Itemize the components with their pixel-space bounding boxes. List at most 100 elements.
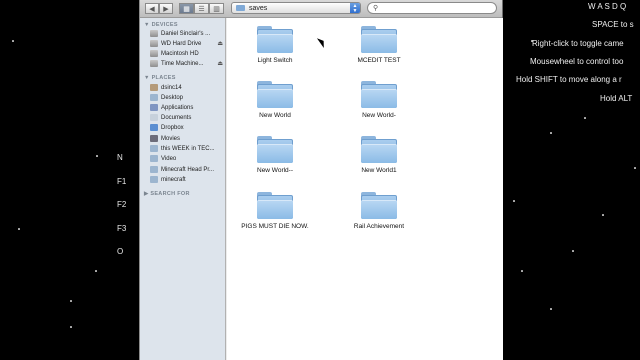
hard-drive-icon — [150, 40, 158, 47]
sidebar-item-device[interactable]: Daniel Sinclair's ... — [150, 30, 226, 37]
sidebar-heading-search[interactable]: ▶ SEARCH FOR — [144, 191, 190, 197]
sidebar-item-place[interactable]: Applications — [150, 104, 226, 111]
star — [12, 40, 14, 42]
folder-icon — [257, 191, 293, 219]
documents-icon — [150, 114, 158, 121]
star — [634, 167, 636, 169]
hud-line: Hold SHIFT to move along a r — [516, 75, 622, 84]
folder-name: New World- — [362, 112, 396, 119]
search-field[interactable]: ⚲ — [367, 2, 497, 14]
star — [521, 270, 523, 272]
nav-buttons: ◀ ▶ — [145, 3, 173, 14]
hud-key: F3 — [117, 223, 127, 233]
hud-line: Mousewheel to control too — [530, 57, 624, 66]
view-mode-buttons: ▦ ☰ ▥ — [179, 3, 224, 14]
star — [96, 155, 98, 157]
star — [18, 228, 20, 230]
folder-item[interactable]: New World — [230, 80, 320, 119]
hud-left-keys: N F1 F2 F3 O — [117, 146, 126, 264]
folder-icon — [257, 135, 293, 163]
hud-help-text: W A S D Q SPACE to s Right-click to togg… — [500, 0, 640, 110]
sidebar-heading-devices: ▼ DEVICES — [144, 22, 178, 28]
folder-name: Rail Achievement — [353, 223, 405, 230]
star — [550, 132, 552, 134]
folder-item[interactable]: MCEDIT TEST — [334, 25, 424, 64]
folder-name: MCEDIT TEST — [357, 57, 401, 64]
hud-line: W A S D Q — [588, 2, 627, 11]
time-machine-icon — [150, 60, 158, 67]
folder-icon — [150, 166, 158, 173]
sidebar-item-place[interactable]: Movies — [150, 135, 226, 142]
folder-icon — [236, 5, 245, 11]
star — [550, 308, 552, 310]
finder-sidebar: ▼ DEVICES Daniel Sinclair's ... WD Hard … — [140, 18, 226, 360]
computer-icon — [150, 30, 158, 37]
folder-name: New World — [259, 112, 291, 119]
list-view-button[interactable]: ☰ — [194, 3, 209, 14]
sidebar-item-place[interactable]: minecraft — [150, 176, 226, 183]
folder-icon — [361, 80, 397, 108]
folder-icon — [257, 80, 293, 108]
finder-window: ◀ ▶ ▦ ☰ ▥ saves ▲ ▼ ⚲ ▼ DEVICES Daniel Si… — [139, 0, 503, 360]
folder-item[interactable]: New World-- — [230, 135, 320, 174]
folder-item[interactable]: PIGS MUST DIE NOW. — [230, 191, 320, 230]
folder-icon — [361, 25, 397, 53]
folder-icon — [361, 191, 397, 219]
search-icon: ⚲ — [373, 5, 379, 12]
applications-icon — [150, 104, 158, 111]
movies-icon — [150, 135, 158, 142]
hud-key: N — [117, 153, 123, 162]
popup-arrows-icon: ▲ ▼ — [350, 3, 360, 13]
folder-grid: Light Switch MCEDIT TEST New World New W… — [227, 18, 503, 360]
eject-icon[interactable]: ⏏ — [217, 40, 223, 47]
forward-button[interactable]: ▶ — [159, 3, 173, 14]
back-button[interactable]: ◀ — [145, 3, 159, 14]
star — [70, 300, 72, 302]
sidebar-item-place[interactable]: Dropbox — [150, 124, 226, 131]
folder-item[interactable]: Light Switch — [230, 25, 320, 64]
folder-icon — [150, 155, 158, 162]
sidebar-item-device[interactable]: Macintosh HD — [150, 50, 226, 57]
star — [602, 214, 604, 216]
folder-item[interactable]: New World- — [334, 80, 424, 119]
hud-line: Right-click to toggle came — [532, 39, 624, 48]
folder-item[interactable]: New World1 — [334, 135, 424, 174]
sidebar-item-place[interactable]: dsinc14 — [150, 84, 226, 91]
icon-view-button[interactable]: ▦ — [179, 3, 194, 14]
column-view-button[interactable]: ▥ — [209, 3, 224, 14]
sidebar-item-place[interactable]: this WEEK in TEC... — [150, 145, 226, 152]
star — [70, 326, 72, 328]
star — [572, 250, 574, 252]
sidebar-heading-places: ▼ PLACES — [144, 75, 176, 81]
hud-line: SPACE to s — [592, 20, 634, 29]
finder-toolbar: ◀ ▶ ▦ ☰ ▥ saves ▲ ▼ ⚲ — [140, 0, 502, 18]
folder-icon — [257, 25, 293, 53]
star — [513, 200, 515, 202]
folder-item[interactable]: Rail Achievement — [334, 191, 424, 230]
star — [584, 117, 586, 119]
path-popup[interactable]: saves ▲ ▼ — [231, 2, 361, 14]
hud-key: O — [117, 247, 124, 256]
sidebar-item-place[interactable]: Desktop — [150, 94, 226, 101]
folder-icon — [150, 145, 158, 152]
dropbox-icon — [150, 124, 158, 131]
hard-drive-icon — [150, 50, 158, 57]
folder-icon — [150, 176, 158, 183]
eject-icon[interactable]: ⏏ — [217, 60, 223, 67]
folder-name: PIGS MUST DIE NOW. — [241, 223, 309, 230]
sidebar-item-device[interactable]: WD Hard Drive ⏏ — [150, 40, 226, 47]
folder-name: New World-- — [257, 167, 293, 174]
sidebar-item-place[interactable]: Video — [150, 155, 226, 162]
folder-name: New World1 — [361, 167, 397, 174]
desktop-icon — [150, 94, 158, 101]
star — [95, 270, 97, 272]
folder-icon — [361, 135, 397, 163]
path-label: saves — [249, 4, 268, 12]
hud-key: F2 — [117, 200, 127, 209]
sidebar-item-place[interactable]: Documents — [150, 114, 226, 121]
sidebar-item-device[interactable]: Time Machine... ⏏ — [150, 60, 226, 67]
hud-key: F1 — [117, 176, 127, 186]
hud-line: Hold ALT — [600, 94, 633, 103]
folder-name: Light Switch — [257, 57, 293, 64]
sidebar-item-place[interactable]: Minecraft Head Pr... — [150, 166, 226, 173]
